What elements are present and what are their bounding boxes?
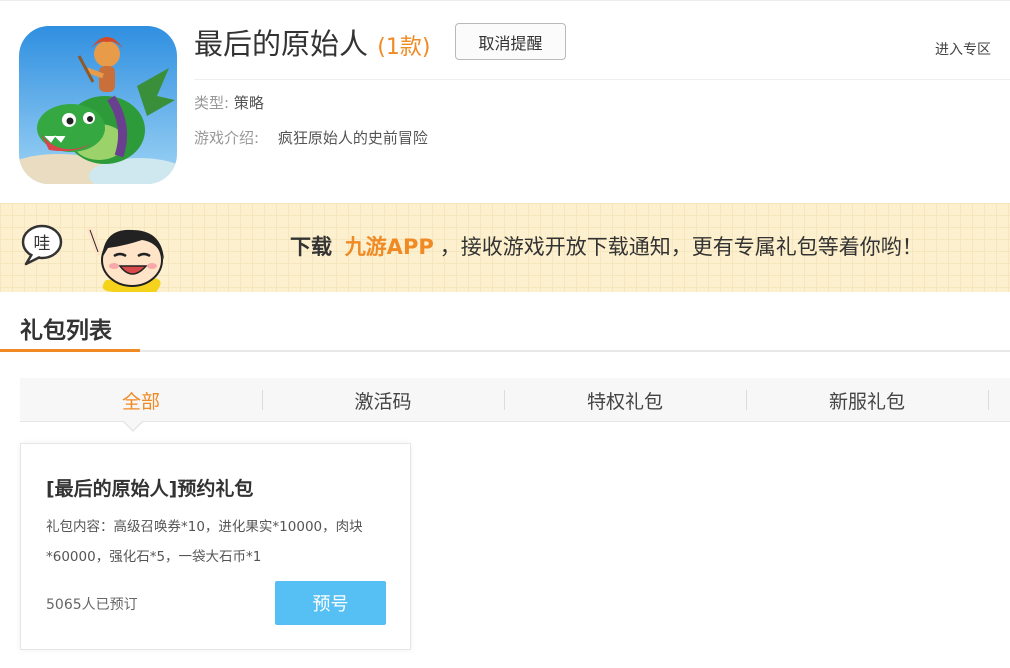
game-type-value: 策略 xyxy=(233,94,264,112)
cancel-reminder-button[interactable]: 取消提醒 xyxy=(455,23,566,60)
header-divider xyxy=(194,79,1010,80)
section-title-underline xyxy=(0,349,140,352)
game-intro: 游戏介绍: 疯狂原始人的史前冒险 xyxy=(194,127,428,148)
gift-list-title: 礼包列表 xyxy=(20,318,112,344)
banner-download-word: 下载 xyxy=(290,235,332,259)
tab-separator xyxy=(746,390,747,410)
gift-reserved-count: 5065人已预订 xyxy=(46,597,138,613)
game-type: 类型: 策略 xyxy=(194,92,264,113)
gift-name[interactable]: [最后的原始人]预约礼包 xyxy=(46,474,253,501)
tab-new-server-gift[interactable]: 新服礼包 xyxy=(746,378,988,422)
gift-tabs: 全部 激活码 特权礼包 新服礼包 xyxy=(20,378,1010,422)
download-app-banner[interactable]: 哇 下载 九游APP ，接收游戏开放下载通知，更有专属礼包等着你哟！ xyxy=(0,203,1010,292)
tab-privilege-gift[interactable]: 特权礼包 xyxy=(504,378,746,422)
game-type-label: 类型: xyxy=(194,94,230,112)
game-intro-label: 游戏介绍: xyxy=(194,129,260,147)
banner-text: 下载 九游APP ，接收游戏开放下载通知，更有专属礼包等着你哟！ xyxy=(290,231,923,261)
banner-rest-text: ，接收游戏开放下载通知，更有专属礼包等着你哟！ xyxy=(439,235,923,259)
gift-content: 礼包内容：高级召唤券*10，进化果实*10000，肉块*60000，强化石*5，… xyxy=(46,519,363,565)
mascot-illustration: 哇 xyxy=(21,224,164,292)
game-title-text: 最后的原始人 xyxy=(194,27,369,61)
reserve-button[interactable]: 预号 xyxy=(275,581,386,625)
tab-separator xyxy=(988,390,989,410)
gift-count-badge: (1款) xyxy=(377,35,431,60)
tab-separator xyxy=(262,390,263,410)
active-tab-caret xyxy=(124,421,142,430)
game-header: 最后的原始人 (1款) 取消提醒 进入专区 类型: 策略 游戏介绍: 疯狂原始人… xyxy=(0,0,1010,200)
bubble-char: 哇 xyxy=(34,234,51,254)
gift-card: [最后的原始人]预约礼包 礼包内容：高级召唤券*10，进化果实*10000，肉块… xyxy=(20,443,411,650)
tab-separator xyxy=(504,390,505,410)
tab-activation-code[interactable]: 激活码 xyxy=(262,378,504,422)
game-app-icon[interactable] xyxy=(19,26,177,184)
game-intro-value: 疯狂原始人的史前冒险 xyxy=(277,129,428,147)
tab-all[interactable]: 全部 xyxy=(20,378,262,422)
enter-zone-link[interactable]: 进入专区 xyxy=(935,39,991,59)
banner-app-name[interactable]: 九游APP xyxy=(345,235,434,259)
game-title: 最后的原始人 (1款) xyxy=(194,25,430,67)
section-divider xyxy=(0,350,1010,352)
